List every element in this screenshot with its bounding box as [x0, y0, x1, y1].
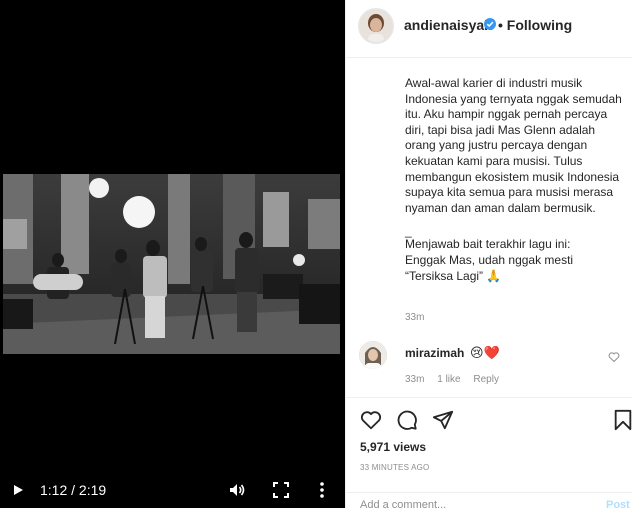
view-count[interactable]: 5,971 views [360, 440, 426, 454]
video-time: 1:12 / 2:19 [40, 482, 107, 498]
reply-button[interactable]: Reply [473, 374, 499, 385]
comment-likes[interactable]: 1 like [437, 374, 460, 385]
video-frame[interactable] [3, 174, 340, 354]
post-comment-button[interactable]: Post [606, 499, 630, 508]
comment-like-heart-icon[interactable] [608, 351, 620, 363]
comment-time[interactable]: 33m [405, 374, 424, 385]
following-separator: • [498, 17, 503, 33]
heart-icon[interactable] [360, 409, 382, 431]
posted-time[interactable]: 33 MINUTES AGO [360, 463, 429, 472]
post-caption: Awal-awal karier di industri musik Indon… [405, 76, 627, 293]
volume-icon[interactable] [228, 481, 246, 499]
following-label: Following [506, 17, 573, 33]
comment-text: 😢❤️ [470, 345, 500, 360]
following-button[interactable]: • Following [498, 17, 572, 33]
post-username[interactable]: andienaisyah [404, 17, 493, 33]
fullscreen-icon[interactable] [273, 482, 289, 498]
post-actions: 5,971 views 33 MINUTES AGO Add a comment… [346, 397, 632, 508]
video-controls: 1:12 / 2:19 [0, 472, 345, 508]
video-still-image [3, 174, 340, 354]
post-side-panel: andienaisyah • Following Awal-awal karie… [345, 0, 632, 508]
comment-icon[interactable] [396, 409, 418, 431]
add-comment-input[interactable]: Add a comment... [360, 499, 446, 508]
verified-badge-icon [484, 18, 496, 30]
avatar[interactable] [358, 8, 394, 44]
caption-timestamp[interactable]: 33m [405, 312, 424, 323]
add-comment-row: Add a comment... Post [346, 492, 632, 508]
comment-meta: 33m 1 like Reply [405, 374, 509, 385]
post-header: andienaisyah • Following [346, 0, 632, 58]
caption-paragraph: Awal-awal karier di industri musik Indon… [405, 76, 622, 215]
bookmark-icon[interactable] [612, 409, 632, 431]
comment-username[interactable]: mirazimah [405, 346, 464, 360]
more-vertical-icon[interactable] [316, 481, 328, 499]
share-icon[interactable] [432, 409, 454, 431]
caption-separator: _ [405, 224, 412, 239]
play-icon[interactable] [11, 483, 25, 497]
caption-paragraph: Menjawab bait terakhir lagu ini: Enggak … [405, 237, 574, 283]
comment-avatar[interactable] [359, 341, 387, 369]
video-player[interactable]: 1:12 / 2:19 [0, 0, 345, 508]
